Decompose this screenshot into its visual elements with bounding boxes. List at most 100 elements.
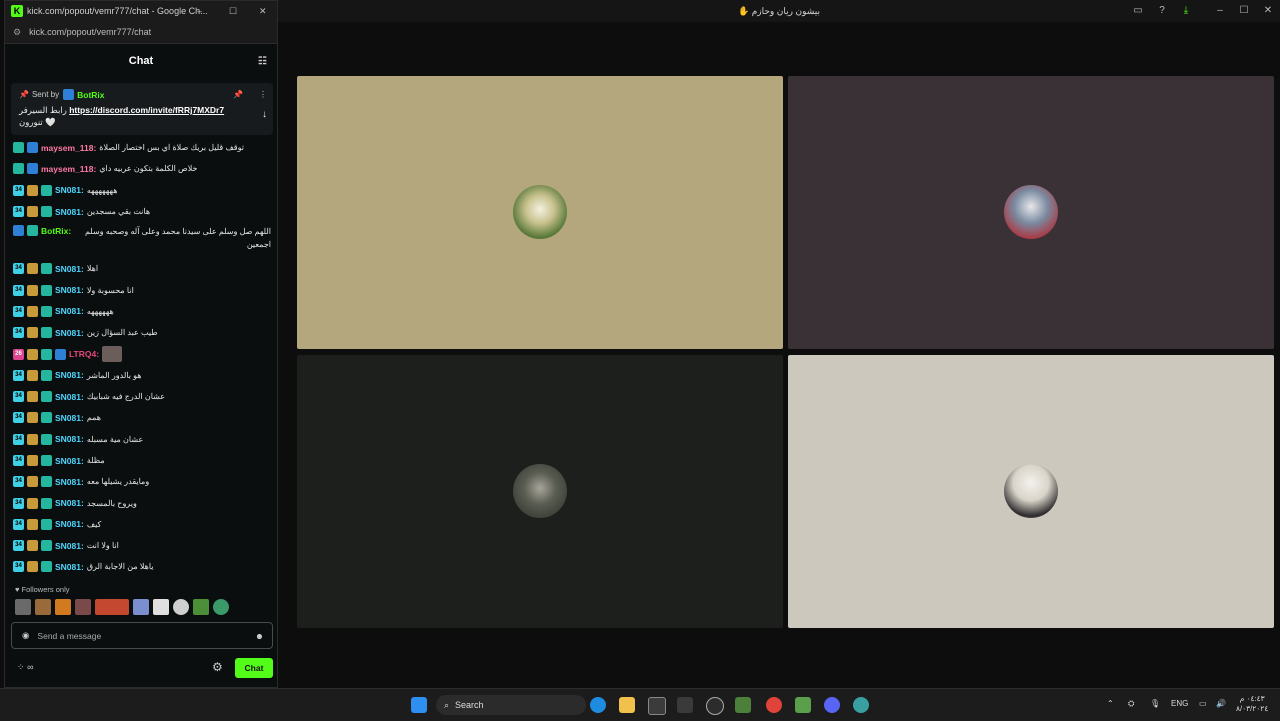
participant-tile-2[interactable] [788,76,1274,349]
minimize-button[interactable]: – [1212,3,1228,19]
message-text: همم [86,413,101,423]
settings-small-icon[interactable]: ◉ [22,630,29,641]
edge-icon[interactable] [590,697,606,713]
channel-points[interactable]: ⁘ ∞ [17,662,33,673]
message-username[interactable]: maysem_118: [41,164,96,174]
verified-badge-icon [27,142,38,154]
gift-badge-icon [41,263,52,275]
emote-bar [15,599,229,615]
message-text: طيب عبد السؤال زين [86,328,158,338]
gift-badge-icon [41,433,52,445]
message-username[interactable]: SN081: [55,306,84,316]
pinned-header: 📌 Sent by BotRix 📌 ⋮ [11,83,273,100]
crown-badge-icon [27,412,38,424]
chat-message: 34 SN081: طيب عبد السؤال زين [13,322,271,343]
message-username[interactable]: SN081: [55,392,84,402]
app-icon[interactable] [706,697,724,715]
subscriber-badge-icon: 34 [13,184,24,196]
microphone-icon[interactable]: 🎙 [1150,699,1160,708]
emote-button[interactable] [213,599,229,615]
message-username[interactable]: maysem_118: [41,143,96,153]
taskbar: ⌕ Search ⌃ ⛭ 🎙 ENG ▭ 🔊 ٠٤:٤٣ م ٨/٠٣/٢٠٢٤ [0,688,1280,721]
emote-button[interactable] [133,599,149,615]
message-username[interactable]: SN081: [55,285,84,295]
store-icon[interactable] [648,697,666,715]
crown-badge-icon [27,263,38,275]
participant-tile-4[interactable] [788,355,1274,628]
emote-button[interactable] [15,599,31,615]
message-username[interactable]: LTRQ4: [69,349,99,359]
chat-message: 34 SN081: ويروح بالمسجد [13,492,271,513]
message-username[interactable]: SN081: [55,413,84,423]
download-icon[interactable]: ⤓ [1178,3,1194,19]
emote-button[interactable] [35,599,51,615]
participant-tile-3[interactable] [297,355,783,628]
message-username[interactable]: SN081: [55,207,84,217]
message-username[interactable]: SN081: [55,185,84,195]
network-icon[interactable]: ⛭ [1128,699,1134,709]
emote-button[interactable] [153,599,169,615]
app-icon[interactable] [853,697,869,713]
participant-avatar [513,464,567,518]
help-icon[interactable]: ? [1154,3,1170,19]
language-indicator[interactable]: ENG [1171,699,1188,708]
pinned-link[interactable]: https://discord.com/invite/fRRj7MXDr7 [69,105,224,115]
crown-badge-icon [27,455,38,466]
emote-button[interactable] [173,599,189,615]
layout-icon[interactable]: ▭ [1130,3,1146,19]
message-username[interactable]: SN081: [55,498,84,508]
emote-button[interactable] [75,599,91,615]
participant-tile-1[interactable] [297,76,783,349]
pinned-text: رابط السيرفر [19,105,67,115]
volume-icon[interactable]: 🔊 [1216,699,1226,708]
app-icon[interactable] [735,697,751,713]
discord-icon[interactable] [824,697,840,713]
emote-button[interactable] [193,599,209,615]
pinned-body: رابط السيرفر https://discord.com/invite/… [11,100,273,128]
message-username[interactable]: SN081: [55,477,84,487]
chat-settings-icon[interactable]: ⚙ [212,660,223,674]
maximize-button[interactable]: ☐ [229,6,237,17]
unpin-icon[interactable]: 📌 [233,90,243,99]
message-username[interactable]: SN081: [55,328,84,338]
message-username[interactable]: BotRix: [41,225,71,238]
pinned-sender[interactable]: BotRix [77,90,104,100]
emote-button[interactable] [55,599,71,615]
taskbar-search[interactable]: ⌕ Search [436,695,586,715]
gift-badge-icon [41,561,52,573]
message-username[interactable]: SN081: [55,562,84,572]
app-icon[interactable] [677,697,693,713]
emote-button[interactable] [95,599,129,615]
minimize-button[interactable]: – [197,6,202,16]
windows-start-icon[interactable] [411,697,427,713]
maximize-button[interactable]: ☐ [1236,3,1252,19]
message-username[interactable]: SN081: [55,434,84,444]
chat-message: 34 SN081: ومايقدر يشيلها معه [13,471,271,492]
message-username[interactable]: SN081: [55,456,84,466]
clock[interactable]: ٠٤:٤٣ م ٨/٠٣/٢٠٢٤ [1236,694,1268,714]
close-button[interactable]: ✕ [259,6,267,17]
chat-users-icon[interactable]: ☷ [258,56,267,67]
more-options-icon[interactable]: ⋮ [259,90,267,99]
address-bar[interactable]: ⚙ kick.com/popout/vemr777/chat [5,21,277,44]
chrome-icon[interactable] [766,697,782,713]
show-hidden-icons-icon[interactable]: ⌃ [1107,699,1114,708]
site-settings-icon[interactable]: ⚙ [13,27,21,38]
app-icon[interactable] [795,697,811,713]
subscriber-badge-icon: 34 [13,284,24,296]
message-username[interactable]: SN081: [55,519,84,529]
gift-badge-icon [13,163,24,175]
display-icon[interactable]: ▭ [1199,699,1207,708]
close-button[interactable]: ✕ [1260,3,1276,19]
message-input[interactable]: ◉ Send a message ☻ [11,622,273,649]
message-username[interactable]: SN081: [55,264,84,274]
pinned-message: 📌 Sent by BotRix 📌 ⋮ رابط السيرفر https:… [11,83,273,135]
file-explorer-icon[interactable] [619,697,635,713]
message-username[interactable]: SN081: [55,370,84,380]
collapse-icon[interactable]: ↓ [262,109,267,120]
gift-badge-icon [41,455,52,466]
message-username[interactable]: SN081: [55,541,84,551]
send-chat-button[interactable]: Chat [235,658,273,678]
gift-badge-icon [41,518,52,530]
emoji-icon[interactable]: ☻ [255,631,264,641]
